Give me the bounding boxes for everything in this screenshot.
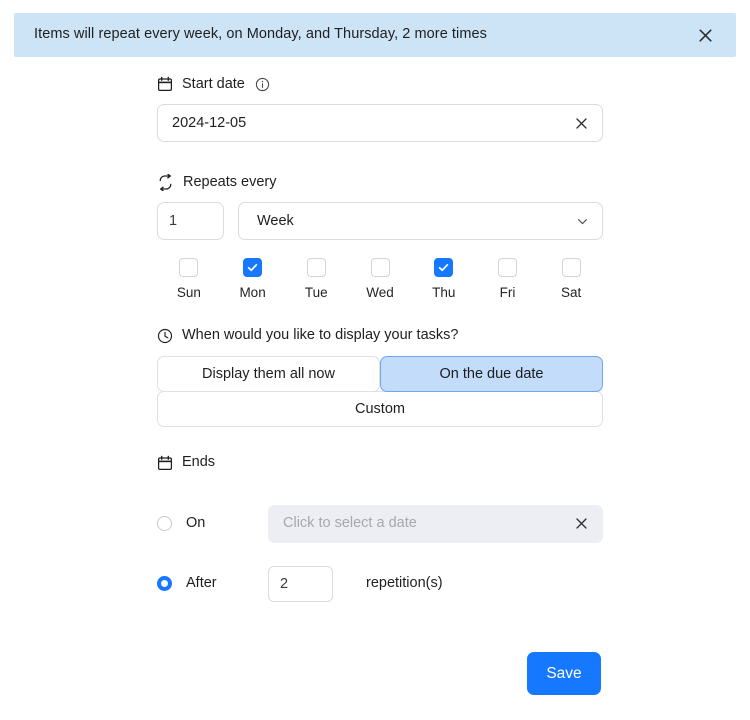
start-date-clear-icon[interactable] [573,115,589,131]
weekday-mon-label: Mon [239,285,266,300]
repeat-unit-select[interactable]: Week [238,202,603,240]
repeat-icon [157,173,174,191]
start-date-input[interactable]: 2024-12-05 [157,104,603,142]
ends-after-suffix-label: repetition(s) [366,575,443,592]
display-question-row: When would you like to display your task… [157,326,603,346]
repeat-interval-value: 1 [169,213,178,229]
save-button-label: Save [546,664,582,682]
display-option-custom-label: Custom [355,400,405,417]
display-option-custom[interactable]: Custom [157,390,603,427]
weekday-tue-label: Tue [304,285,328,300]
ends-on-date-placeholder: Click to select a date [283,515,417,532]
repeat-interval-row: 1 Week [157,202,603,240]
recurrence-form: Start date 2024-12-05 Repeats every 1 We… [157,74,603,603]
display-option-row-top: Display them all now On the due date [157,355,603,392]
weekday-fri-label: Fri [499,285,516,300]
weekday-sun[interactable]: Sun [157,258,221,300]
weekday-sat[interactable]: Sat [539,258,603,300]
chevron-down-icon [576,215,589,228]
weekday-tue-checkbox[interactable] [306,258,326,277]
weekday-sat-checkbox[interactable] [561,258,581,277]
repeats-label-row: Repeats every [157,172,603,192]
ends-after-count-value: 2 [280,575,289,592]
display-option-display-all-now-label: Display them all now [202,365,335,382]
ends-label: Ends [182,454,216,471]
weekday-thu[interactable]: Thu [412,258,476,300]
weekday-sat-label: Sat [561,285,582,300]
weekday-tue[interactable]: Tue [284,258,348,300]
weekday-mon[interactable]: Mon [221,258,285,300]
banner-message: Items will repeat every week, on Monday,… [34,26,487,43]
repeat-interval-input[interactable]: 1 [157,202,224,240]
ends-on-radio[interactable] [157,516,172,531]
ends-after-row: After 2 repetition(s) [157,565,603,603]
weekday-wed-checkbox[interactable] [370,258,390,277]
display-option-on-due-date[interactable]: On the due date [380,355,603,392]
calendar-icon [157,76,173,92]
weekday-selector: Sun Mon Tue Wed Thu Fri Sat [157,258,603,300]
ends-after-radio[interactable] [157,576,172,591]
ends-label-row: Ends [157,453,603,473]
ends-on-label: On [186,515,206,532]
weekday-wed-label: Wed [366,285,394,300]
repeat-unit-value: Week [257,213,294,229]
display-question-label: When would you like to display your task… [182,327,459,344]
ends-on-radio-group[interactable]: On [157,516,268,531]
ends-after-count-input[interactable]: 2 [268,565,333,602]
start-date-label-row: Start date [157,74,603,94]
weekday-wed[interactable]: Wed [348,258,412,300]
start-date-value: 2024-12-05 [172,114,247,131]
ends-on-date-clear-icon[interactable] [573,516,589,532]
ends-after-label: After [186,575,217,592]
save-button[interactable]: Save [527,652,601,695]
weekday-sun-label: Sun [176,285,201,300]
display-option-group: Display them all now On the due date Cus… [157,355,603,427]
recurrence-settings-page: Items will repeat every week, on Monday,… [0,0,750,720]
recurrence-summary-banner: Items will repeat every week, on Monday,… [14,13,736,57]
calendar-icon [157,455,173,471]
ends-on-row: On Click to select a date [157,504,603,543]
weekday-thu-label: Thu [432,285,456,300]
ends-on-date-input[interactable]: Click to select a date [268,504,603,543]
close-icon[interactable] [694,24,716,46]
clock-icon [157,328,173,344]
weekday-thu-checkbox[interactable] [434,258,454,277]
weekday-fri-checkbox[interactable] [497,258,517,277]
ends-after-radio-group[interactable]: After [157,576,268,591]
weekday-fri[interactable]: Fri [476,258,540,300]
weekday-mon-checkbox[interactable] [243,258,263,277]
start-date-label: Start date [182,75,245,92]
display-option-on-due-date-label: On the due date [439,365,544,382]
weekday-sun-checkbox[interactable] [179,258,199,277]
info-circle-icon[interactable] [255,77,270,92]
repeats-label: Repeats every [183,173,277,190]
display-option-display-all-now[interactable]: Display them all now [157,355,380,392]
